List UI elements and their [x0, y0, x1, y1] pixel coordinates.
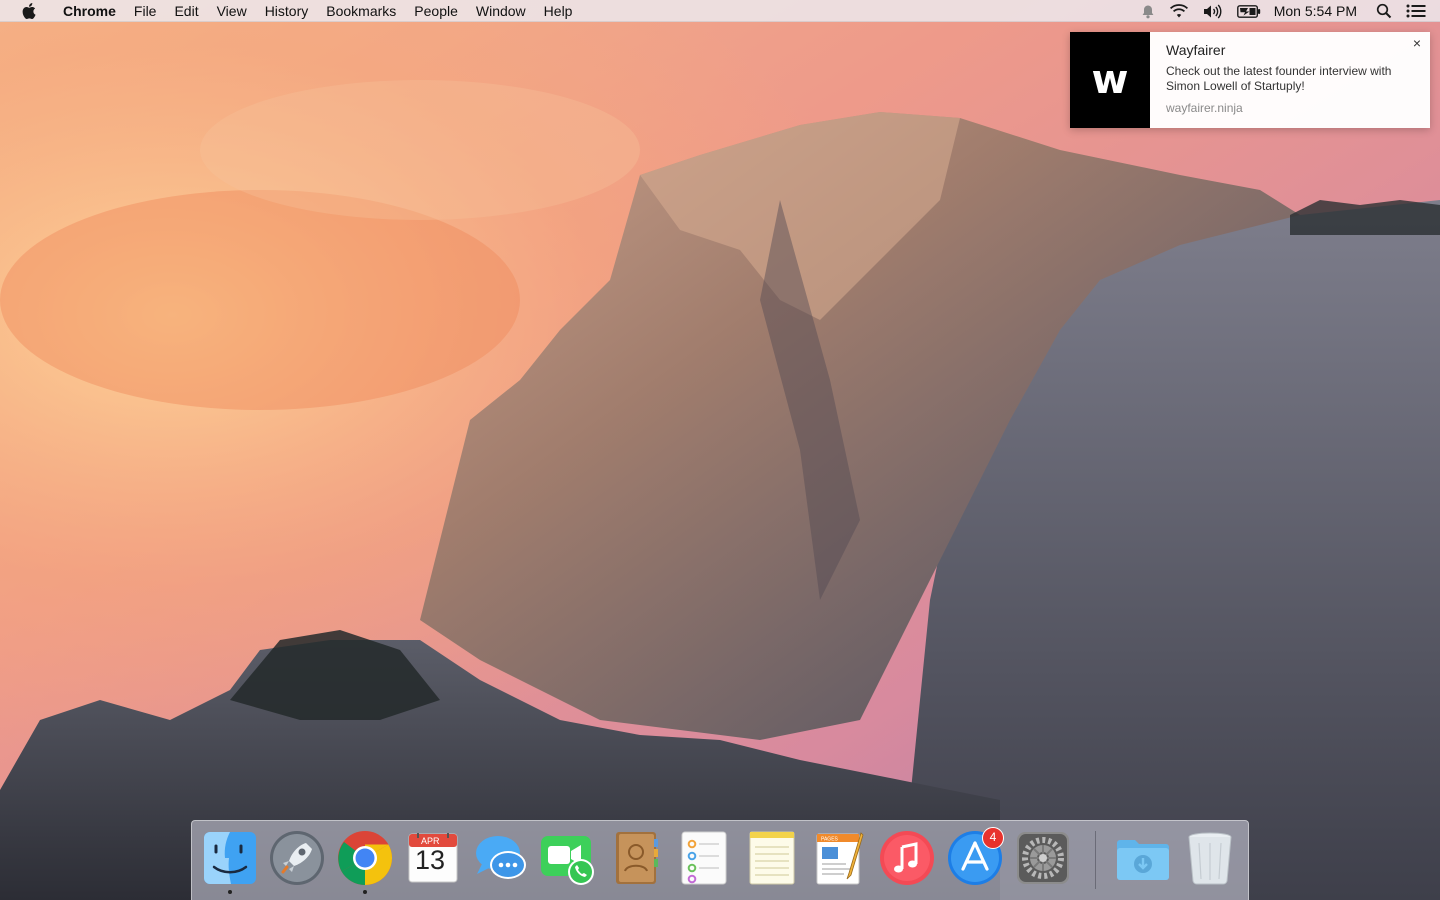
dock-downloads[interactable] — [1114, 829, 1172, 889]
reminders-icon — [681, 831, 727, 885]
notifications-icon[interactable] — [1134, 0, 1162, 22]
battery-icon[interactable] — [1230, 0, 1268, 22]
menu-bar: Chrome File Edit View History Bookmarks … — [0, 0, 1440, 22]
apple-menu-icon[interactable] — [18, 2, 40, 19]
wifi-icon[interactable] — [1162, 0, 1196, 22]
system-preferences-icon — [1017, 832, 1069, 884]
menu-people[interactable]: People — [405, 0, 467, 22]
facetime-icon — [541, 836, 594, 885]
notification-center-icon[interactable] — [1399, 0, 1440, 22]
dock-chrome[interactable] — [336, 829, 394, 894]
menubar-clock[interactable]: Mon 5:54 PM — [1268, 0, 1369, 22]
menu-app-name[interactable]: Chrome — [54, 0, 125, 22]
dock-pages[interactable]: PAGES — [811, 829, 869, 889]
dock-calendar[interactable]: APR 13 — [404, 829, 462, 889]
running-indicator — [363, 890, 367, 894]
dock-finder[interactable] — [201, 829, 259, 894]
dock-messages[interactable] — [472, 829, 530, 889]
notes-icon — [749, 831, 795, 885]
volume-icon[interactable] — [1196, 0, 1230, 22]
spotlight-icon[interactable] — [1369, 0, 1399, 22]
menu-help[interactable]: Help — [535, 0, 582, 22]
dock-facetime[interactable] — [539, 829, 597, 889]
notification-close-button[interactable]: × — [1410, 36, 1424, 50]
chrome-icon — [338, 831, 393, 885]
desktop-wallpaper — [0, 0, 1440, 900]
downloads-folder-icon — [1117, 840, 1169, 880]
itunes-icon — [880, 831, 934, 885]
dock-trash[interactable] — [1181, 829, 1239, 889]
notification-body: Check out the latest founder interview w… — [1166, 64, 1392, 93]
dock-separator — [1095, 831, 1096, 889]
app-store-badge: 4 — [982, 827, 1004, 849]
menu-history[interactable]: History — [256, 0, 318, 22]
launchpad-icon — [270, 831, 324, 885]
pages-icon: PAGES — [816, 832, 864, 885]
wayfairer-logo: w — [1070, 32, 1150, 128]
notification-banner[interactable]: w Wayfairer Check out the latest founder… — [1070, 32, 1430, 128]
calendar-day: 13 — [414, 845, 446, 875]
dock-notes[interactable] — [743, 829, 801, 889]
contacts-icon — [616, 832, 658, 884]
dock: APR 13 PAGES 4 — [191, 820, 1249, 900]
menu-view[interactable]: View — [208, 0, 256, 22]
dock-itunes[interactable] — [878, 829, 936, 889]
notification-title: Wayfairer — [1166, 42, 1226, 58]
dock-contacts[interactable] — [607, 829, 665, 889]
menu-window[interactable]: Window — [467, 0, 535, 22]
menu-file[interactable]: File — [125, 0, 166, 22]
running-indicator — [228, 890, 232, 894]
logo-letter: w — [1091, 57, 1129, 103]
dock-reminders[interactable] — [675, 829, 733, 889]
menu-bookmarks[interactable]: Bookmarks — [317, 0, 405, 22]
dock-launchpad[interactable] — [268, 829, 326, 889]
dock-app-store[interactable]: 4 — [946, 827, 1004, 889]
dock-system-preferences[interactable] — [1014, 829, 1072, 889]
trash-icon — [1188, 832, 1232, 885]
pages-label: PAGES — [821, 837, 839, 843]
notification-origin: wayfairer.ninja — [1166, 101, 1243, 115]
finder-icon — [204, 832, 256, 884]
menu-edit[interactable]: Edit — [165, 0, 207, 22]
messages-icon — [476, 836, 526, 879]
